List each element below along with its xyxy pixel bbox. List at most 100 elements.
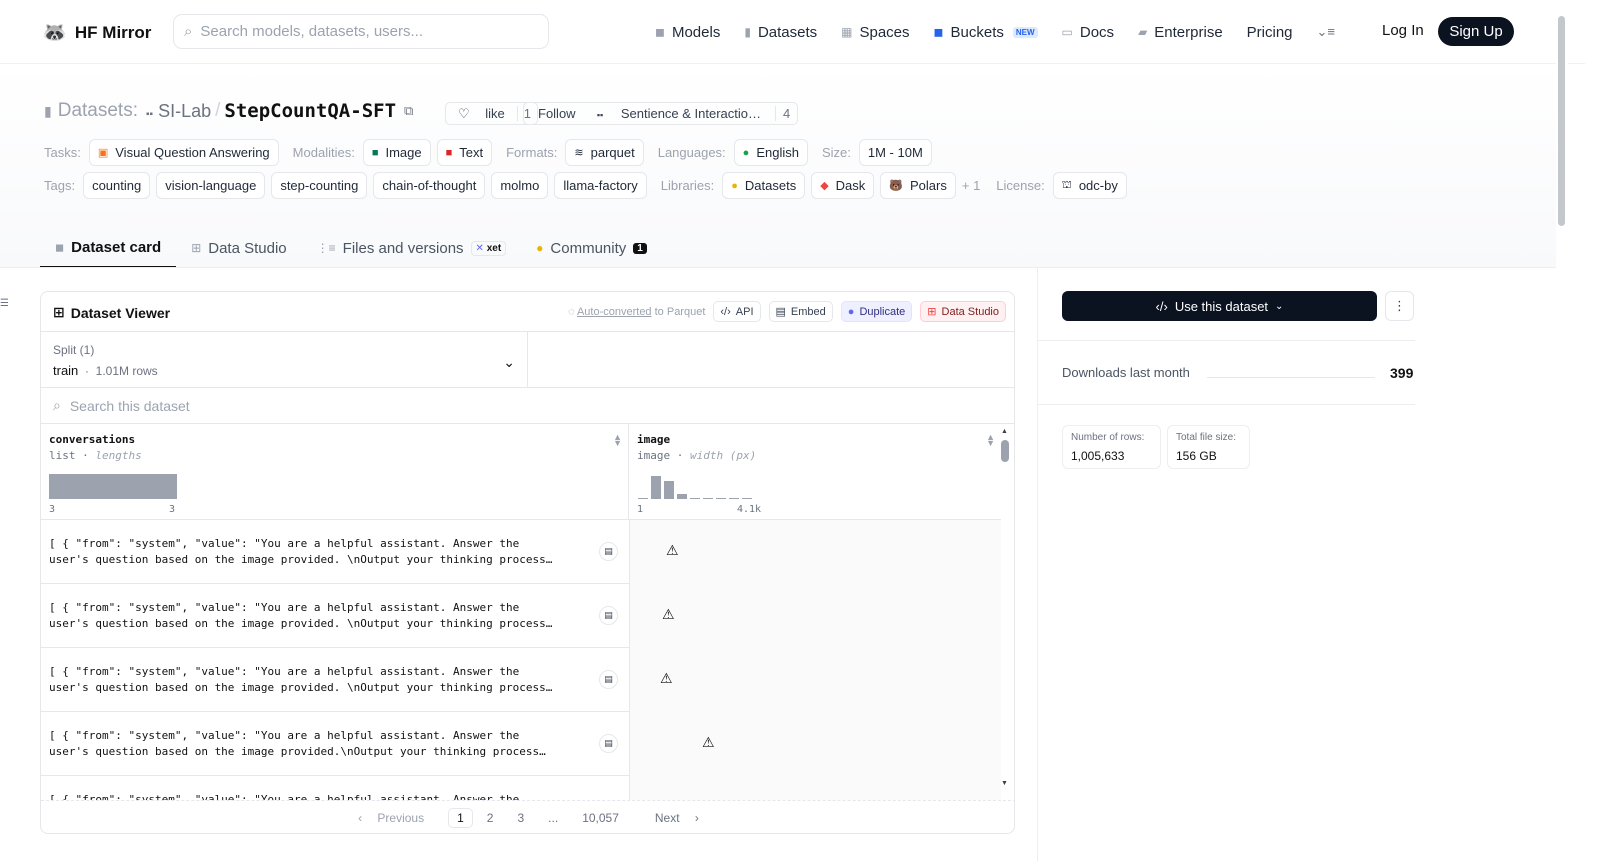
table-row[interactable]: [ { "from": "system", "value": "You are … <box>41 520 1001 584</box>
sort-icon[interactable]: ▲ ▼ <box>613 433 622 448</box>
side-menu-icon[interactable]: ☰ <box>0 298 9 309</box>
page-last[interactable]: 10,057 <box>570 811 631 825</box>
format-chip[interactable]: ≋ parquet <box>565 139 644 166</box>
page-scrollbar[interactable] <box>1556 0 1568 861</box>
nav-models[interactable]: ◼ Models <box>655 24 720 41</box>
language-chip[interactable]: ● English <box>733 139 808 166</box>
page-2[interactable]: 2 <box>475 811 506 825</box>
task-chip[interactable]: ▣ Visual Question Answering <box>88 139 279 166</box>
image-cell[interactable]: ⚠ <box>629 520 1001 584</box>
library-datasets-chip[interactable]: ● Datasets <box>722 172 806 199</box>
auto-converted-note[interactable]: ◌ Auto-converted to Parquet <box>568 306 705 318</box>
conversation-cell[interactable]: [ { "from": "system", "value": "You are … <box>41 712 629 776</box>
histogram-bar[interactable] <box>677 494 687 499</box>
org-link[interactable]: ▪▪ SI-Lab <box>146 101 211 122</box>
nav-datasets[interactable]: ▮ Datasets <box>744 24 817 41</box>
table-icon: ⊞ <box>53 304 65 320</box>
logo[interactable]: 🦝 HF Mirror <box>42 20 151 45</box>
conversation-cell[interactable]: [ { "from": "system", "value": "You are … <box>41 776 629 800</box>
nav-pricing[interactable]: Pricing <box>1247 24 1293 41</box>
new-badge: NEW <box>1012 26 1038 38</box>
table-row[interactable]: [ { "from": "system", "value": "You are … <box>41 584 1001 648</box>
conversation-cell[interactable]: [ { "from": "system", "value": "You are … <box>41 648 629 712</box>
global-search[interactable]: ⌕ <box>173 14 549 49</box>
conversation-cell[interactable]: [ { "from": "system", "value": "You are … <box>41 520 629 584</box>
nav-enterprise[interactable]: ▰ Enterprise <box>1138 24 1223 41</box>
page-3[interactable]: 3 <box>505 811 536 825</box>
library-dask-chip[interactable]: ◆ Dask <box>811 172 875 199</box>
files-icon: ⋮≡ <box>316 241 336 255</box>
tag-chip[interactable]: vision-language <box>156 172 266 199</box>
modality-text-chip[interactable]: ■ Text <box>436 139 493 166</box>
login-link[interactable]: Log In <box>1382 22 1424 39</box>
column-header-image[interactable]: image image · width (px) ▲ ▼ 1 4.1k <box>629 424 1001 520</box>
image-cell[interactable]: ⚠ <box>629 648 1001 712</box>
embed-button[interactable]: ▤ Embed <box>768 301 833 322</box>
nav-spaces[interactable]: ▦ Spaces <box>841 24 909 41</box>
tab-data-studio[interactable]: ⊞ Data Studio <box>176 228 301 268</box>
scrollbar-thumb[interactable] <box>1001 440 1009 462</box>
tag-chip[interactable]: molmo <box>491 172 549 199</box>
data-studio-button[interactable]: ⊞ Data Studio <box>920 301 1006 322</box>
dataset-name[interactable]: StepCountQA-SFT <box>224 100 396 122</box>
sort-icon[interactable]: ▲ ▼ <box>986 433 995 448</box>
tag-chip[interactable]: counting <box>83 172 151 199</box>
size-chip[interactable]: 1M - 10M <box>858 139 932 166</box>
table-scrollbar[interactable]: ▲ ▼ <box>1001 428 1009 790</box>
section-label[interactable]: Datasets: <box>58 100 138 122</box>
histogram-bar[interactable] <box>690 498 700 499</box>
use-dataset-button[interactable]: ‹/› Use this dataset ⌄ <box>1062 291 1377 321</box>
modality-image-chip[interactable]: ■ Image <box>362 139 431 166</box>
previous-page[interactable]: ‹ Previous <box>346 811 448 825</box>
tag-chip[interactable]: step-counting <box>271 172 368 199</box>
table-row[interactable]: [ { "from": "system", "value": "You are … <box>41 776 1001 800</box>
nav-buckets[interactable]: ◼ Buckets NEW <box>934 24 1038 41</box>
libraries-more[interactable]: + 1 <box>962 178 980 193</box>
expand-chat-icon[interactable]: ▤ <box>599 670 618 689</box>
next-page[interactable]: Next › <box>631 811 711 825</box>
nav-more-menu[interactable]: ⌄≡ <box>1317 24 1335 40</box>
tab-community[interactable]: ● Community 1 <box>521 228 662 268</box>
column-header-conversations[interactable]: conversations list · lengths ▲ ▼ 3 3 <box>41 424 629 520</box>
dataset-search-input[interactable] <box>69 397 470 414</box>
tag-chip[interactable]: chain-of-thought <box>373 172 486 199</box>
histogram-bar[interactable] <box>49 474 177 499</box>
histogram-bar[interactable] <box>638 498 648 499</box>
histogram-bar[interactable] <box>716 498 726 499</box>
histogram-bar[interactable] <box>729 498 739 499</box>
expand-chat-icon[interactable]: ▤ <box>599 606 618 625</box>
tag-chip[interactable]: llama-factory <box>554 172 647 199</box>
page-scrollbar-thumb[interactable] <box>1558 16 1565 226</box>
image-cell[interactable]: ⚠ <box>629 584 1001 648</box>
image-cell[interactable]: ⚠ <box>629 712 1001 776</box>
copy-icon[interactable]: ⧉ <box>404 103 413 119</box>
nav-docs[interactable]: ▭ Docs <box>1062 24 1115 41</box>
scroll-up-icon[interactable]: ▲ <box>1001 428 1008 435</box>
global-search-input[interactable] <box>200 23 521 40</box>
histogram-bar[interactable] <box>651 476 661 499</box>
follow-button[interactable]: Follow ▪▪ Sentience & Interactio… 4 <box>523 102 799 125</box>
license-chip[interactable]: ⛫ odc-by <box>1052 172 1127 199</box>
split-selector[interactable]: Split (1) train · 1.01M rows ⌄ <box>41 332 528 388</box>
table-row[interactable]: [ { "from": "system", "value": "You are … <box>41 712 1001 776</box>
cell-line: [ { "from": "system", "value": "You are … <box>49 665 520 678</box>
signup-button[interactable]: Sign Up <box>1438 17 1514 46</box>
more-options-button[interactable]: ⋮ <box>1385 291 1414 321</box>
scroll-down-icon[interactable]: ▼ <box>1001 780 1008 787</box>
histogram-bar[interactable] <box>742 498 752 499</box>
tab-dataset-card[interactable]: ◼ Dataset card <box>40 228 177 268</box>
library-polars-chip[interactable]: 🐻 Polars <box>880 172 956 199</box>
histogram-bar[interactable] <box>703 498 713 499</box>
duplicate-button[interactable]: ● Duplicate <box>840 301 913 322</box>
expand-chat-icon[interactable]: ▤ <box>599 734 618 753</box>
auto-converted-link[interactable]: Auto-converted <box>577 306 652 318</box>
tab-files[interactable]: ⋮≡ Files and versions ✕ xet <box>302 228 522 268</box>
histogram-bar[interactable] <box>664 481 674 499</box>
dataset-search[interactable]: ⌕ <box>41 388 1014 424</box>
api-button[interactable]: ‹/› API <box>713 301 761 322</box>
table-row[interactable]: [ { "from": "system", "value": "You are … <box>41 648 1001 712</box>
expand-chat-icon[interactable]: ▤ <box>599 542 618 561</box>
image-cell[interactable] <box>629 776 1001 800</box>
page-1[interactable]: 1 <box>448 808 473 828</box>
conversation-cell[interactable]: [ { "from": "system", "value": "You are … <box>41 584 629 648</box>
